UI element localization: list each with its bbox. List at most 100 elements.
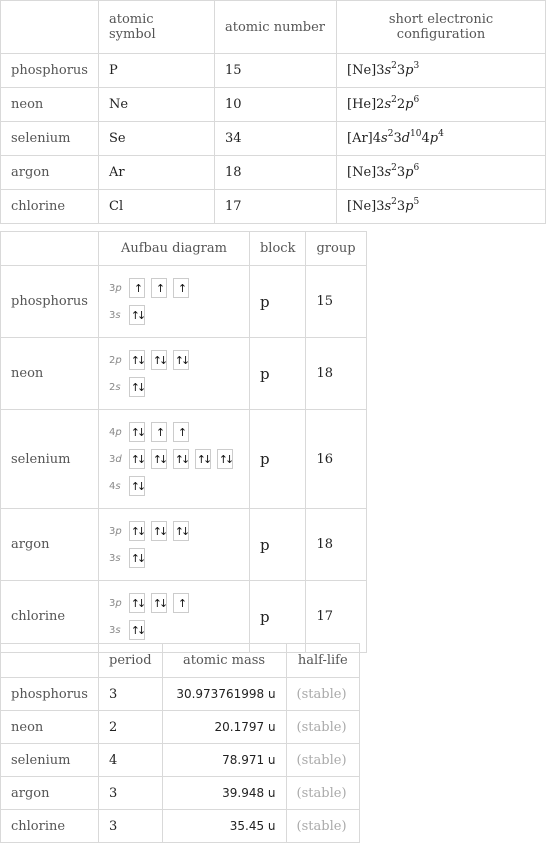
config-segment: p [405, 199, 414, 214]
aufbau-diagram-cell: 2p ↑↓ ↑↓ ↑↓ 2s ↑↓ [97, 337, 250, 410]
block-cell: p [248, 265, 307, 338]
up-arrow-icon: ↑ [172, 278, 189, 298]
config-superscript: 4 [438, 129, 444, 139]
orbital-label: 4p [109, 427, 129, 438]
paired-electron-arrows-icon: ↑↓ [128, 521, 146, 541]
paired-electron-arrows-icon: ↑↓ [128, 422, 146, 442]
electronic-configuration-cell: [Ne]3s23p6 [336, 155, 546, 190]
paired-electron-arrows-icon: ↑↓ [150, 449, 168, 469]
orbital-subshell: p [115, 597, 122, 609]
table-row: neon 2 20.1797 u (stable) [0, 710, 361, 744]
atomic-symbol-cell: Ar [98, 155, 215, 190]
paired-electron-arrows-icon: ↑↓ [216, 449, 234, 469]
block-cell: p [248, 508, 307, 581]
table-row: phosphorus P 15 [Ne]3s23p3 [0, 53, 546, 88]
atomic-mass-cell: 20.1797 u [161, 710, 287, 744]
config-segment: [Ne]3 [347, 63, 385, 78]
table-row: argon 3p ↑↓ ↑↓ ↑↓ 3s ↑↓ p 18 [0, 508, 367, 581]
column-header-period: period [98, 643, 163, 678]
block-cell: p [248, 409, 307, 509]
row-label-element: phosphorus [0, 53, 99, 88]
table-row: chlorine Cl 17 [Ne]3s23p5 [0, 189, 546, 224]
group-cell: 15 [305, 265, 367, 338]
up-arrow-icon: ↑ [150, 422, 167, 442]
orbital-subshell: s [115, 480, 121, 492]
column-header-electronic-configuration: short electronic configuration [336, 0, 546, 54]
orbital-row: 3s ↑↓ [109, 547, 239, 569]
config-superscript: 6 [413, 95, 420, 105]
orbital-label: 3s [109, 310, 129, 321]
config-segment: p [429, 131, 439, 146]
orbital-label: 3p [109, 598, 129, 609]
orbital-label: 2s [109, 382, 129, 393]
electronic-configuration-cell: [Ar]4s23d104p4 [336, 121, 546, 156]
config-superscript: 6 [413, 163, 420, 173]
element-properties-table: atomic symbol atomic number short electr… [0, 0, 546, 224]
config-segment: [Ne]3 [347, 165, 385, 180]
half-life-cell: (stable) [285, 677, 361, 711]
up-arrow-icon: ↑ [150, 278, 167, 298]
config-segment: d [401, 131, 411, 146]
orbital-row: 3p ↑ ↑ ↑ [109, 277, 239, 299]
row-label-element: chlorine [0, 809, 99, 843]
period-cell: 3 [98, 677, 163, 711]
orbital-subshell: s [115, 381, 121, 393]
orbital-label: 3s [109, 625, 129, 636]
block-cell: p [248, 337, 307, 410]
config-segment: [Ar]4 [347, 131, 382, 146]
orbital-label: 3p [109, 283, 129, 294]
atomic-number-cell: 34 [214, 121, 337, 156]
orbital-row: 3p ↑↓ ↑↓ ↑↓ [109, 520, 239, 542]
column-header-atomic-number: atomic number [214, 0, 337, 54]
paired-electron-arrows-icon: ↑↓ [128, 377, 146, 397]
paired-electron-arrows-icon: ↑↓ [128, 620, 146, 640]
paired-electron-arrows-icon: ↑↓ [128, 350, 146, 370]
period-cell: 4 [98, 743, 163, 777]
period-cell: 3 [98, 776, 163, 810]
table-row: phosphorus 3p ↑ ↑ ↑ 3s ↑↓ p 15 [0, 265, 367, 338]
aufbau-diagram-cell: 4p ↑↓ ↑ ↑ 3d ↑↓ ↑↓ ↑↓ ↑↓ ↑↓ 4s ↑↓ [97, 409, 250, 509]
electronic-configuration-cell: [Ne]3s23p5 [336, 189, 546, 224]
corner-cell [0, 643, 99, 678]
up-arrow-icon: ↑ [172, 593, 189, 613]
row-label-element: argon [0, 776, 99, 810]
row-label-element: phosphorus [0, 677, 99, 711]
header-row: Aufbau diagram block group [0, 231, 367, 266]
paired-electron-arrows-icon: ↑↓ [172, 521, 190, 541]
table-row: selenium 4p ↑↓ ↑ ↑ 3d ↑↓ ↑↓ ↑↓ ↑↓ ↑↓ 4s ↑↓ p 16 [0, 409, 367, 509]
paired-electron-arrows-icon: ↑↓ [194, 449, 212, 469]
table-row: argon Ar 18 [Ne]3s23p6 [0, 155, 546, 190]
row-label-element: selenium [0, 743, 99, 777]
orbital-row: 3s ↑↓ [109, 619, 239, 641]
column-header-aufbau-diagram: Aufbau diagram [97, 231, 250, 266]
corner-cell [0, 0, 99, 54]
aufbau-diagram-cell: 3p ↑↓ ↑↓ ↑ 3s ↑↓ [97, 580, 250, 653]
atomic-symbol-cell: Se [98, 121, 215, 156]
paired-electron-arrows-icon: ↑↓ [172, 350, 190, 370]
orbital-subshell: d [115, 453, 122, 465]
config-superscript: 3 [413, 61, 420, 71]
group-cell: 17 [305, 580, 367, 653]
config-segment: [He]2 [347, 97, 385, 112]
orbital-row: 3p ↑↓ ↑↓ ↑ [109, 592, 239, 614]
row-label-element: selenium [0, 409, 99, 509]
row-label-element: phosphorus [0, 265, 99, 338]
electronic-configuration-cell: [Ne]3s23p3 [336, 53, 546, 88]
row-label-element: argon [0, 155, 99, 190]
row-label-element: argon [0, 508, 99, 581]
table-row: neon 2p ↑↓ ↑↓ ↑↓ 2s ↑↓ p 18 [0, 337, 367, 410]
half-life-cell: (stable) [285, 776, 361, 810]
table-row: chlorine 3p ↑↓ ↑↓ ↑ 3s ↑↓ p 17 [0, 580, 367, 653]
config-superscript: 10 [410, 129, 422, 139]
orbital-label: 3d [109, 454, 129, 465]
orbital-row: 3d ↑↓ ↑↓ ↑↓ ↑↓ ↑↓ [109, 448, 239, 470]
column-header-atomic-mass: atomic mass [161, 643, 287, 678]
paired-electron-arrows-icon: ↑↓ [128, 548, 146, 568]
paired-electron-arrows-icon: ↑↓ [128, 449, 146, 469]
table-row: selenium 4 78.971 u (stable) [0, 743, 361, 777]
aufbau-diagram-cell: 3p ↑ ↑ ↑ 3s ↑↓ [97, 265, 250, 338]
column-header-half-life: half-life [285, 643, 361, 678]
group-cell: 18 [305, 337, 367, 410]
orbital-row: 2s ↑↓ [109, 376, 239, 398]
up-arrow-icon: ↑ [128, 278, 145, 298]
